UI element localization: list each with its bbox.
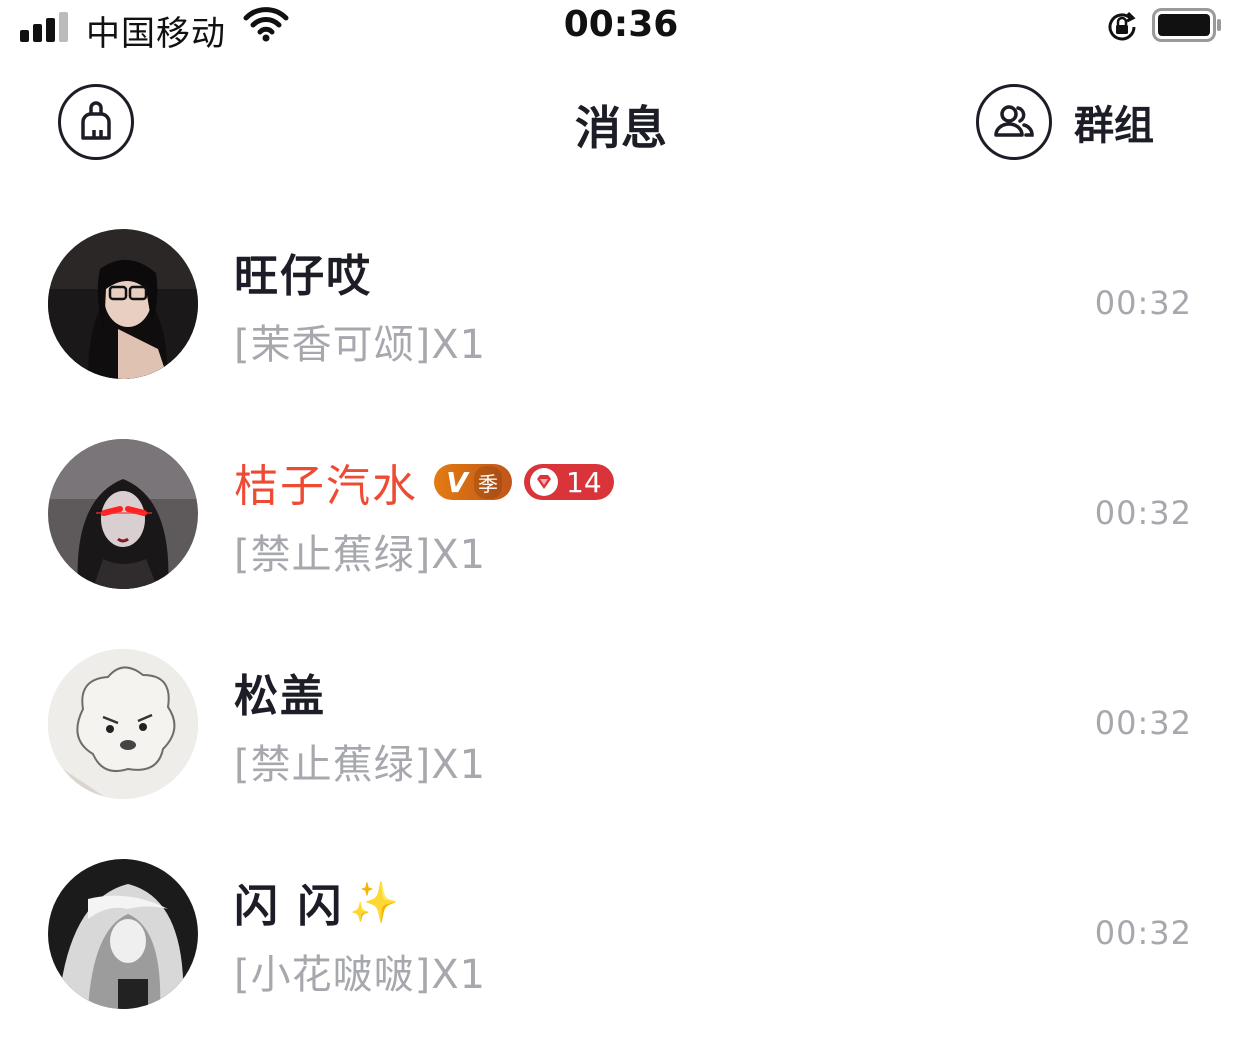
status-bar: 中国移动 00:36	[0, 0, 1242, 56]
avatar[interactable]	[48, 859, 198, 1009]
app-header: 消息 群组	[0, 70, 1242, 180]
group-icon-wrapper[interactable]	[976, 84, 1052, 160]
vip-season-badge: V 季	[434, 464, 512, 500]
status-time: 00:36	[563, 4, 679, 45]
avatar[interactable]	[48, 649, 198, 799]
contact-name: 闪 闪	[234, 881, 344, 932]
orientation-lock-icon	[1108, 11, 1136, 41]
contact-name: 桔子汽水	[234, 461, 418, 512]
battery-icon	[1152, 8, 1221, 42]
message-time: 00:32	[1094, 494, 1192, 532]
message-list: 旺仔哎 [茉香可颂]X1 00:32 桔子汽水 V 季 14 [禁止蕉绿]X1 …	[0, 200, 1242, 1040]
message-time: 00:32	[1094, 914, 1192, 952]
message-preview: [小花啵啵]X1	[234, 952, 487, 998]
users-icon	[994, 105, 1034, 137]
message-preview: [禁止蕉绿]X1	[234, 742, 487, 788]
vip-season-label: 季	[474, 465, 502, 499]
message-preview: [禁止蕉绿]X1	[234, 532, 487, 578]
conversation-row[interactable]: 闪 闪 ✨ [小花啵啵]X1 00:32	[0, 830, 1242, 1040]
message-time: 00:32	[1094, 704, 1192, 742]
message-preview: [茉香可颂]X1	[234, 322, 487, 368]
vip-letter: V	[446, 465, 468, 499]
gift-level-badge: 14	[524, 464, 614, 500]
group-label: 群组	[1074, 103, 1154, 149]
contact-name: 松盖	[234, 671, 326, 722]
gem-icon	[530, 468, 558, 496]
group-button[interactable]: 群组	[976, 84, 1154, 160]
conversation-row[interactable]: 松盖 [禁止蕉绿]X1 00:32	[0, 620, 1242, 830]
sparkles-emoji: ✨	[349, 879, 400, 926]
contact-name: 旺仔哎	[234, 251, 372, 302]
message-time: 00:32	[1094, 284, 1192, 322]
gift-count: 14	[566, 465, 602, 499]
conversation-row[interactable]: 旺仔哎 [茉香可颂]X1 00:32	[0, 200, 1242, 410]
conversation-row[interactable]: 桔子汽水 V 季 14 [禁止蕉绿]X1 00:32	[0, 410, 1242, 620]
avatar[interactable]	[48, 439, 198, 589]
avatar[interactable]	[48, 229, 198, 379]
